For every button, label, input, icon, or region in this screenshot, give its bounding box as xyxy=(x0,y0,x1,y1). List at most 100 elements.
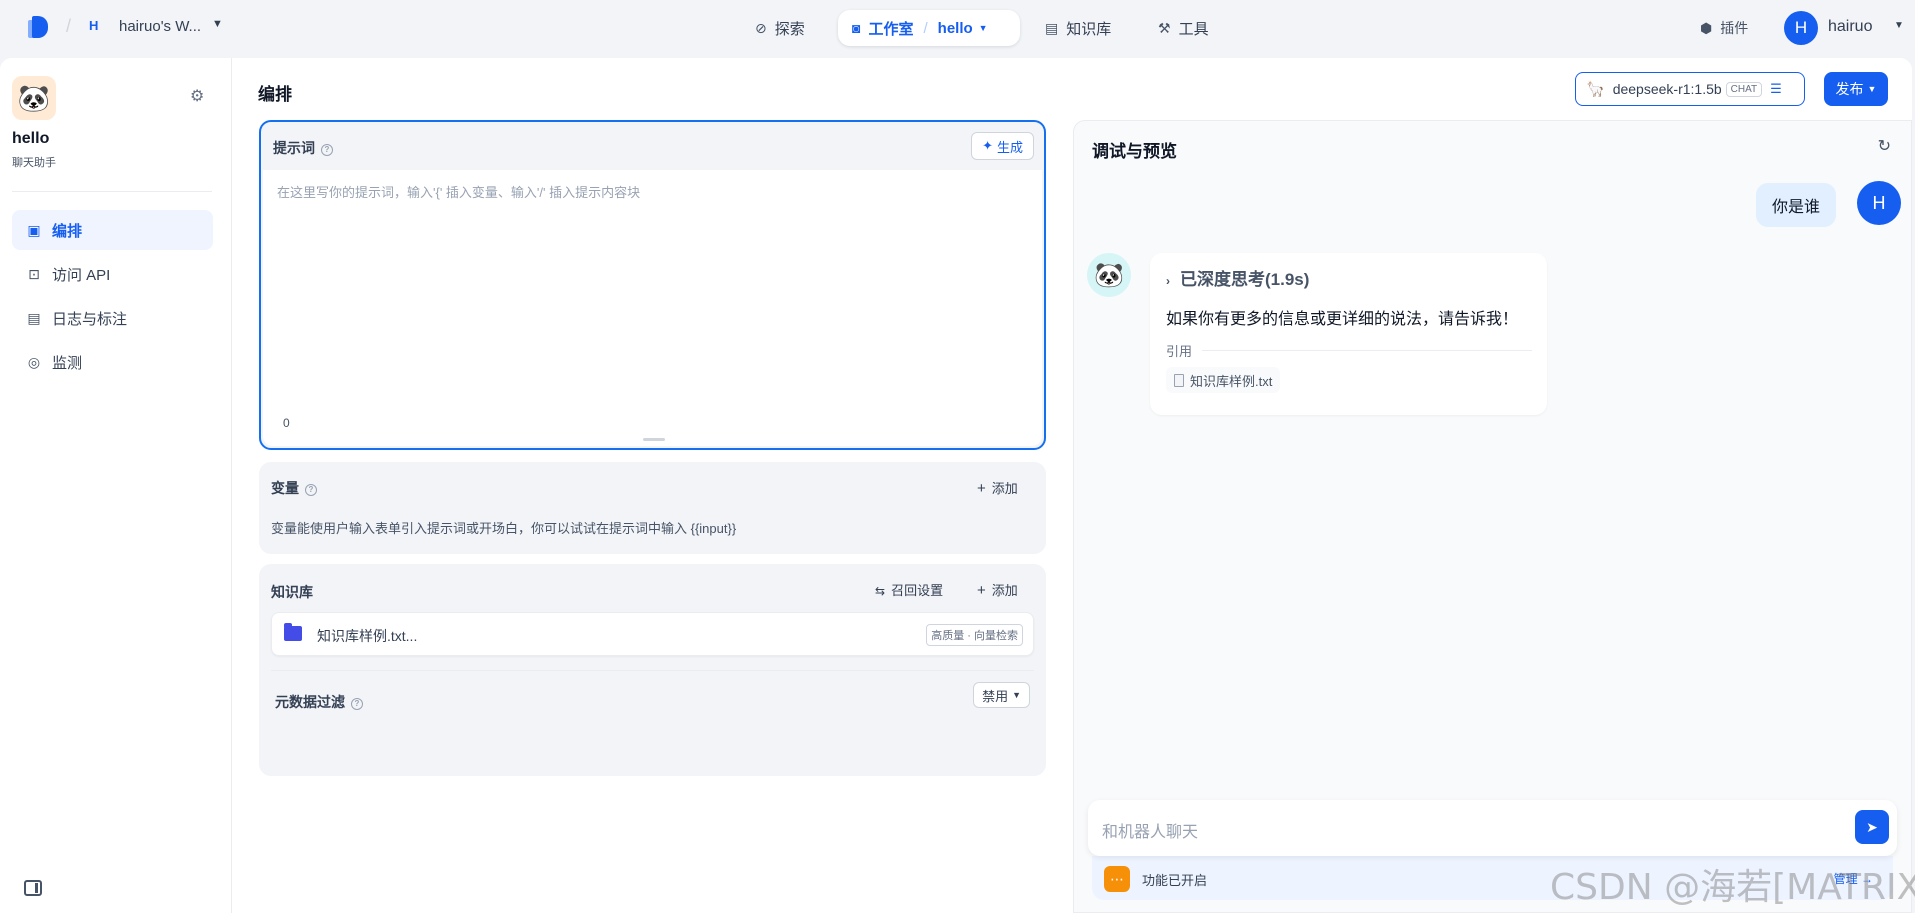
app-avatar-icon: 🐼 xyxy=(12,76,56,120)
knowledge-item-tag: 高质量 · 向量检索 xyxy=(926,624,1023,646)
user-message: 你是谁 xyxy=(1756,183,1837,227)
chevron-down-icon[interactable]: ▼ xyxy=(212,18,223,30)
knowledge-label: 知识库 xyxy=(271,584,313,600)
prompt-textarea[interactable]: 在这里写你的提示词，输入'{' 插入变量、输入'/' 插入提示内容块 0 xyxy=(263,170,1042,446)
breadcrumb-separator: / xyxy=(66,16,72,36)
nav-studio-label: 工作室 xyxy=(868,20,914,38)
sidebar-item-label: 日志与标注 xyxy=(52,310,128,328)
recall-settings-button[interactable]: ⇆ 召回设置 xyxy=(875,580,943,599)
sidebar-item-label: 监测 xyxy=(52,354,83,372)
layout-icon: ▣ xyxy=(27,221,41,238)
chat-input[interactable]: 和机器人聊天 ➤ xyxy=(1088,800,1897,856)
resize-handle[interactable] xyxy=(643,438,665,441)
gauge-icon: ◎ xyxy=(27,353,41,370)
help-icon[interactable]: ? xyxy=(305,484,317,496)
nav-tools-label: 工具 xyxy=(1178,20,1209,38)
chevron-right-icon: › xyxy=(1166,274,1170,288)
prompt-label: 提示词? xyxy=(273,138,333,158)
top-bar: / H hairuo's W... ▼ ⊘ 探索 ◙ 工作室 / hello ▼… xyxy=(0,0,1915,56)
metadata-filter-select[interactable]: 禁用 ▼ xyxy=(973,682,1030,708)
compass-icon: ⊘ xyxy=(755,19,767,36)
app-type: 聊天助手 xyxy=(12,157,56,169)
divider xyxy=(1202,350,1532,351)
page-title: 编排 xyxy=(258,85,292,104)
book-icon: ▤ xyxy=(1045,19,1059,36)
user-avatar: H xyxy=(1857,181,1901,225)
chevron-down-icon[interactable]: ▼ xyxy=(1894,20,1904,31)
refresh-icon[interactable]: ↻ xyxy=(1878,136,1891,156)
thinking-label: 已深度思考(1.9s) xyxy=(1180,270,1310,289)
settings-sliders-icon[interactable]: ⚙ xyxy=(190,86,204,106)
file-icon xyxy=(1174,373,1184,387)
sidebar-item-logs[interactable]: ▤ 日志与标注 xyxy=(12,298,213,338)
sidebar-item-label: 编排 xyxy=(52,222,83,240)
chevron-down-icon: ▼ xyxy=(1012,690,1021,700)
recall-settings-label: 召回设置 xyxy=(891,583,944,598)
sidebar-item-api[interactable]: ⊡ 访问 API xyxy=(12,254,213,294)
sidebar-item-orchestrate[interactable]: ▣ 编排 xyxy=(12,210,213,250)
model-selector[interactable]: 🦙 deepseek-r1:1.5b CHAT ☰ xyxy=(1575,72,1805,106)
plugins-label: 插件 xyxy=(1720,20,1749,36)
sidebar: 🐼 ⚙ hello 聊天助手 ▣ 编排 ⊡ 访问 API ▤ 日志与标注 ◎ 监… xyxy=(0,58,232,913)
divider xyxy=(271,670,1034,671)
variables-label-text: 变量 xyxy=(271,480,299,496)
app-logo[interactable] xyxy=(28,16,54,40)
nav-knowledge[interactable]: ▤ 知识库 xyxy=(1045,10,1111,46)
terminal-icon: ⊡ xyxy=(28,265,40,282)
nav-studio-app[interactable]: hello xyxy=(938,20,973,37)
citation-file[interactable]: 知识库样例.txt xyxy=(1166,367,1281,393)
prompt-editor: 提示词? ✦ 生成 在这里写你的提示词，输入'{' 插入变量、输入'/' 插入提… xyxy=(259,120,1046,450)
help-icon[interactable]: ? xyxy=(351,698,363,710)
generate-button[interactable]: ✦ 生成 xyxy=(971,132,1034,160)
plus-icon: + xyxy=(977,480,986,497)
divider xyxy=(12,191,212,192)
nav-studio[interactable]: ◙ 工作室 / hello ▼ xyxy=(838,10,1020,46)
collapse-sidebar-icon[interactable] xyxy=(24,880,42,896)
send-button[interactable]: ➤ xyxy=(1855,810,1889,844)
add-variable-button[interactable]: + 添加 xyxy=(977,478,1018,497)
sliders-icon: ⇆ xyxy=(875,584,886,598)
robot-icon: ◙ xyxy=(852,20,861,36)
thinking-toggle[interactable]: › 已深度思考(1.9s) xyxy=(1166,265,1309,290)
prompt-label-text: 提示词 xyxy=(273,140,315,156)
nav-tools[interactable]: ⚒ 工具 xyxy=(1158,10,1209,46)
sidebar-item-monitor[interactable]: ◎ 监测 xyxy=(12,342,213,382)
char-count: 0 xyxy=(283,416,290,430)
metadata-filter-text: 元数据过滤 xyxy=(275,694,345,710)
add-knowledge-button[interactable]: + 添加 xyxy=(977,580,1018,599)
workspace-badge[interactable]: H xyxy=(89,18,98,33)
cube-icon: ⬢ xyxy=(1700,19,1713,36)
help-icon[interactable]: ? xyxy=(321,144,333,156)
bot-avatar-icon: 🐼 xyxy=(1087,253,1131,297)
tune-icon[interactable]: ☰ xyxy=(1770,81,1782,97)
prompt-placeholder: 在这里写你的提示词，输入'{' 插入变量、输入'/' 插入提示内容块 xyxy=(277,185,641,200)
user-avatar[interactable]: H xyxy=(1784,11,1818,45)
nav-knowledge-label: 知识库 xyxy=(1066,20,1112,38)
nav-explore-label: 探索 xyxy=(774,20,805,38)
nav-explore[interactable]: ⊘ 探索 xyxy=(755,10,805,46)
sparkle-icon: ✦ xyxy=(982,138,993,153)
model-name: deepseek-r1:1.5b xyxy=(1612,81,1722,97)
publish-button[interactable]: 发布 ▼ xyxy=(1824,72,1888,106)
chevron-down-icon: ▼ xyxy=(1867,84,1877,94)
preview-panel: 调试与预览 ↻ 你是谁 H 🐼 › 已深度思考(1.9s) 如果你有更多的信息或更… xyxy=(1073,120,1912,913)
knowledge-card: 知识库 ⇆ 召回设置 + 添加 知识库样例.txt... 高质量 · 向量检索 元数… xyxy=(259,564,1046,776)
variables-label: 变量? xyxy=(271,478,317,498)
nav-separator: / xyxy=(923,19,928,37)
citation-file-name: 知识库样例.txt xyxy=(1190,373,1273,389)
file-list-icon: ▤ xyxy=(27,309,41,326)
publish-label: 发布 xyxy=(1835,81,1864,97)
knowledge-item[interactable]: 知识库样例.txt... 高质量 · 向量检索 xyxy=(271,612,1034,656)
send-icon: ➤ xyxy=(1866,818,1878,835)
chat-placeholder: 和机器人聊天 xyxy=(1102,824,1199,841)
chevron-down-icon[interactable]: ▼ xyxy=(979,23,988,33)
knowledge-item-name: 知识库样例.txt... xyxy=(317,628,418,644)
model-mode-badge: CHAT xyxy=(1725,81,1763,97)
workspace-name[interactable]: hairuo's W... xyxy=(119,18,201,35)
variables-description: 变量能使用户输入表单引入提示词或开场白，你可以试试在提示词中输入 {{input… xyxy=(271,521,737,536)
bot-message: › 已深度思考(1.9s) 如果你有更多的信息或更详细的说法，请告诉我！ 引用 知… xyxy=(1150,253,1547,415)
user-name[interactable]: hairuo xyxy=(1828,18,1872,36)
feature-icon: ⋯ xyxy=(1104,866,1130,892)
bot-message-text: 如果你有更多的信息或更详细的说法，请告诉我！ xyxy=(1166,311,1519,328)
plugins-link[interactable]: ⬢ 插件 xyxy=(1700,18,1748,38)
